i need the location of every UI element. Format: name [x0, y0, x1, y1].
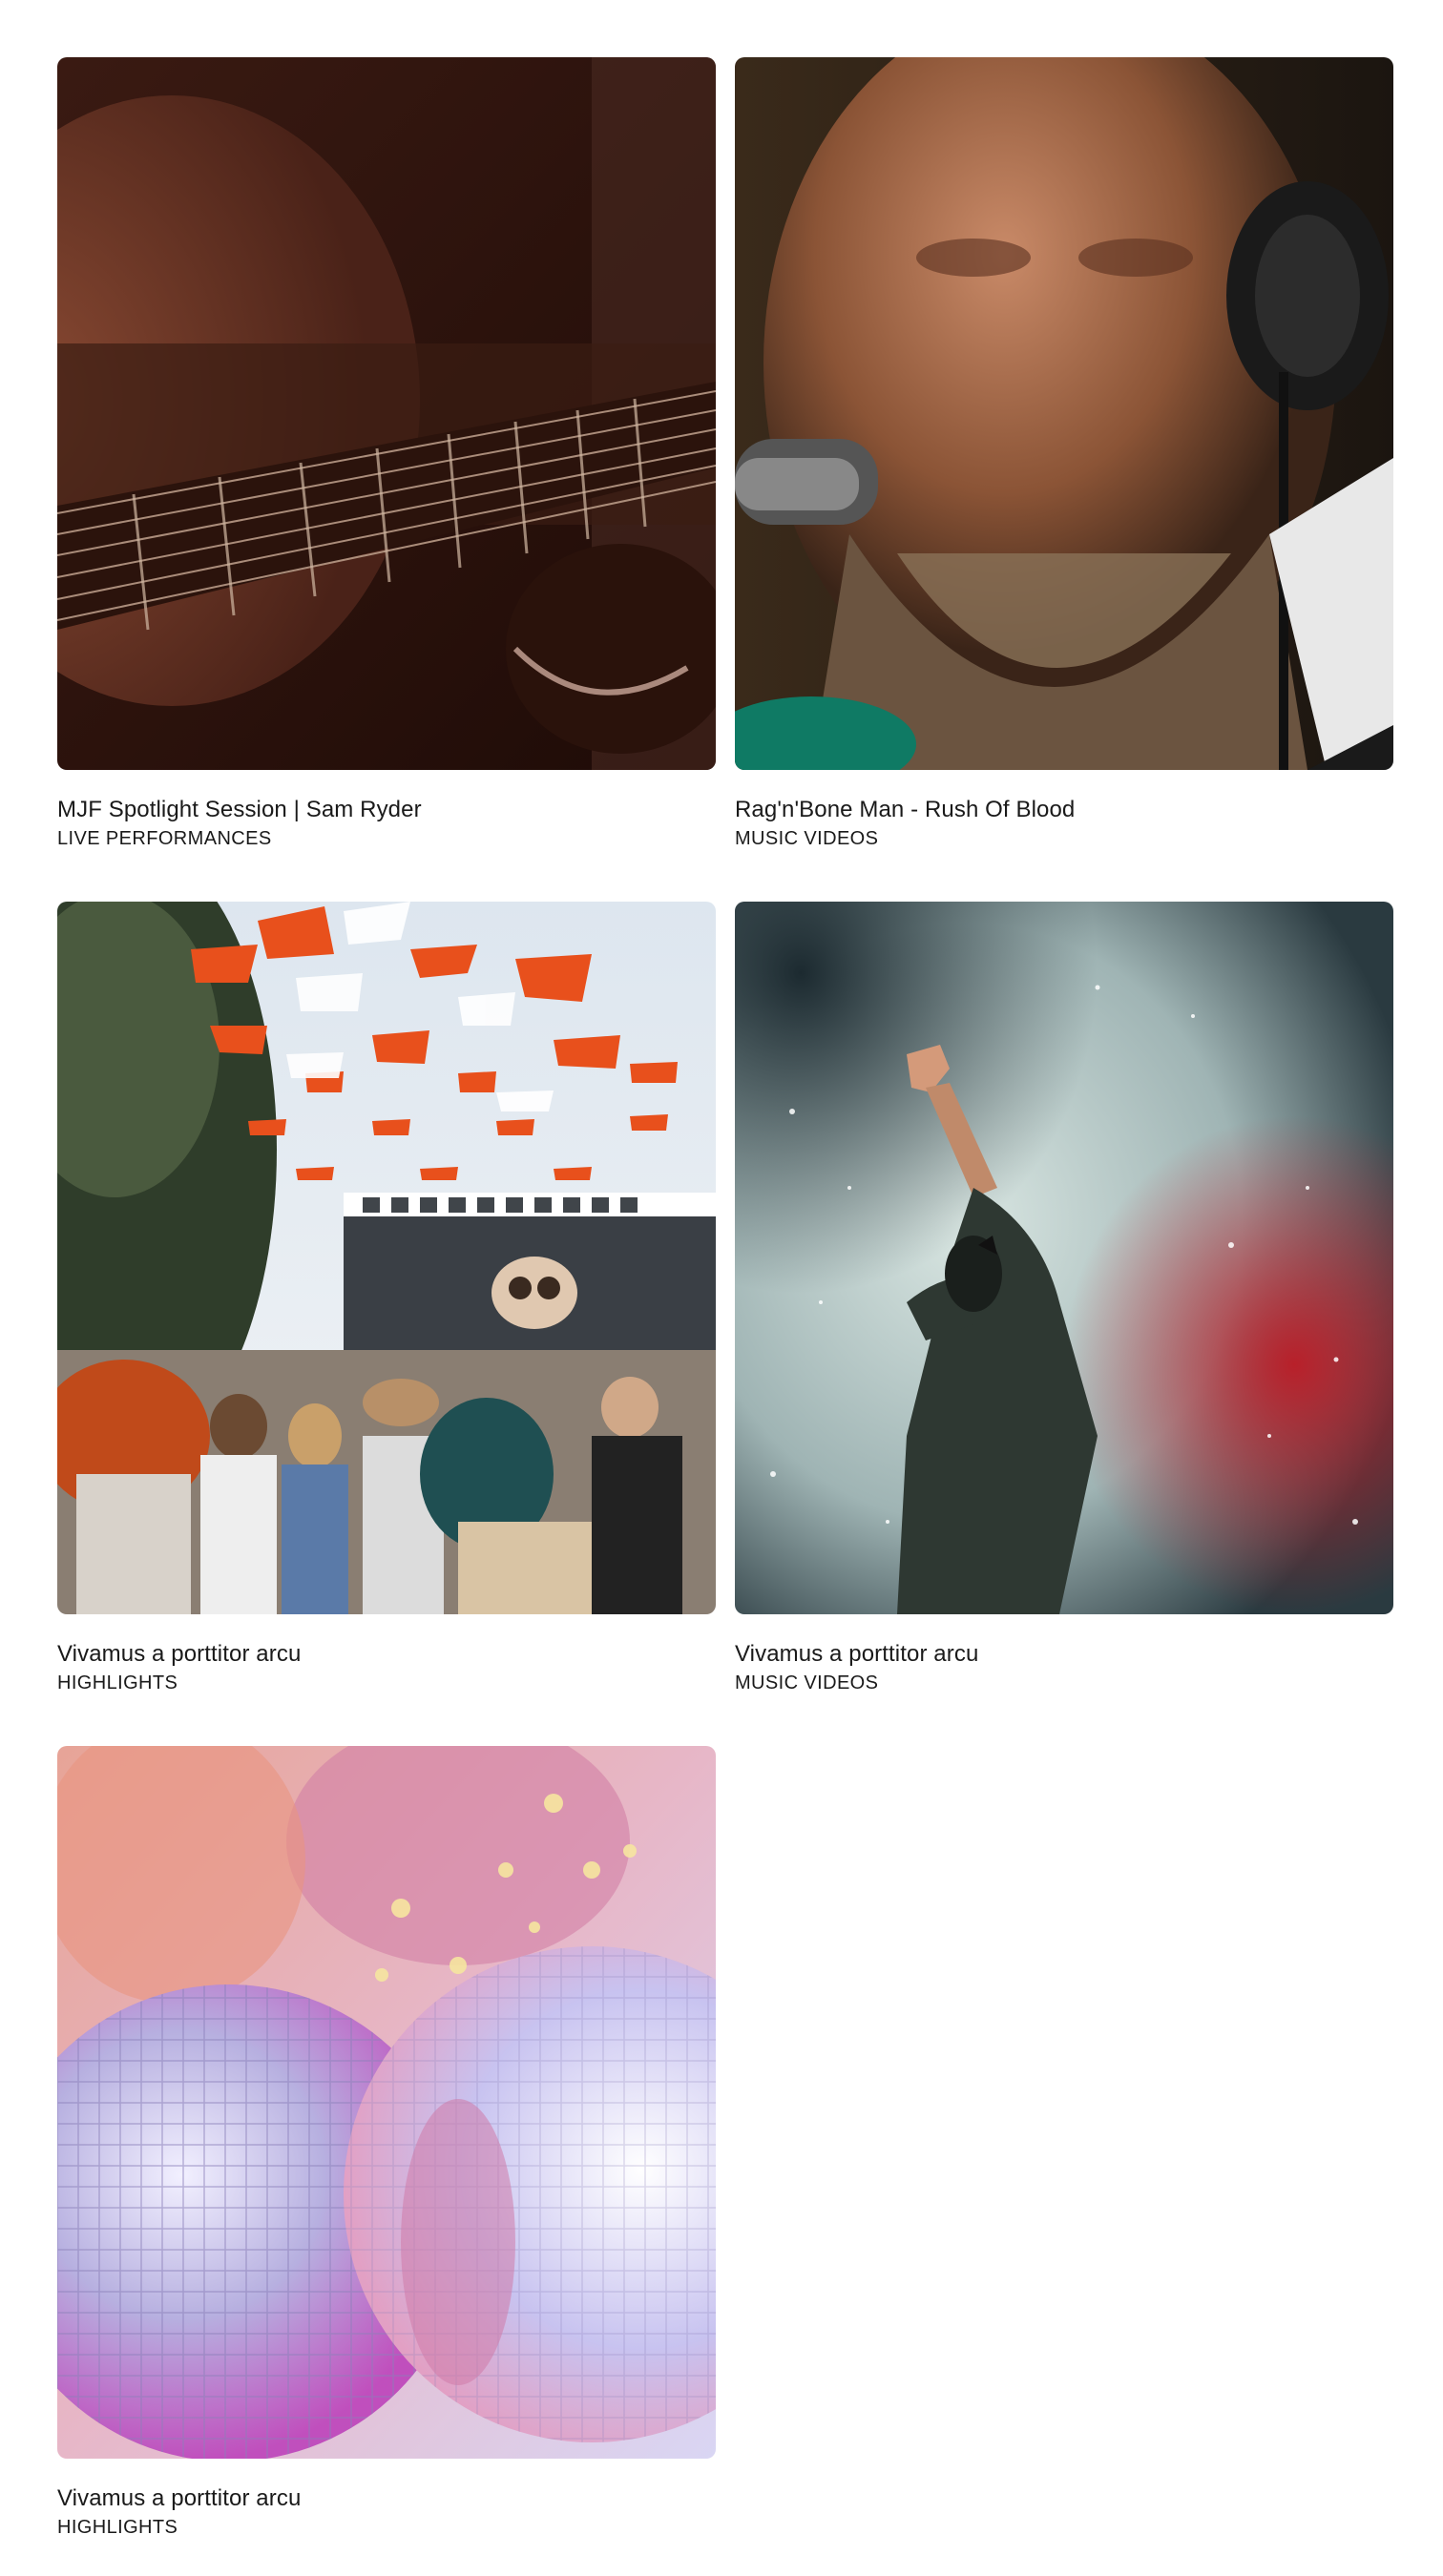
video-card[interactable]: Vivamus a porttitor arcu HIGHLIGHTS — [57, 1746, 716, 2540]
video-title[interactable]: Vivamus a porttitor arcu — [57, 1640, 716, 1669]
video-title[interactable]: Vivamus a porttitor arcu — [735, 1640, 1393, 1669]
video-card[interactable]: Vivamus a porttitor arcu HIGHLIGHTS — [57, 902, 716, 1695]
performer-smoke-photo — [735, 902, 1393, 1614]
video-title[interactable]: Rag'n'Bone Man - Rush Of Blood — [735, 796, 1393, 824]
video-category: HIGHLIGHTS — [57, 1672, 178, 1693]
video-thumbnail-performer[interactable] — [735, 902, 1393, 1614]
video-card[interactable]: Vivamus a porttitor arcu MUSIC VIDEOS — [735, 902, 1393, 1695]
guitar-closeup-photo — [57, 57, 716, 770]
singer-headphones-photo — [735, 57, 1393, 770]
video-grid: MJF Spotlight Session | Sam Ryder LIVE P… — [0, 0, 1443, 2576]
video-category: HIGHLIGHTS — [57, 2517, 178, 2538]
disco-ball-photo — [57, 1746, 716, 2459]
video-title[interactable]: Vivamus a porttitor arcu — [57, 2484, 716, 2513]
video-thumbnail-festival[interactable] — [57, 902, 716, 1614]
video-title[interactable]: MJF Spotlight Session | Sam Ryder — [57, 796, 716, 824]
video-thumbnail-disco[interactable] — [57, 1746, 716, 2459]
video-category: LIVE PERFORMANCES — [57, 828, 272, 849]
video-category: MUSIC VIDEOS — [735, 828, 879, 849]
video-thumbnail-guitar[interactable] — [57, 57, 716, 770]
video-category: MUSIC VIDEOS — [735, 1672, 879, 1693]
video-card[interactable]: MJF Spotlight Session | Sam Ryder LIVE P… — [57, 57, 716, 851]
festival-crowd-photo — [57, 902, 716, 1614]
video-card[interactable]: Rag'n'Bone Man - Rush Of Blood MUSIC VID… — [735, 57, 1393, 851]
video-thumbnail-singer[interactable] — [735, 57, 1393, 770]
